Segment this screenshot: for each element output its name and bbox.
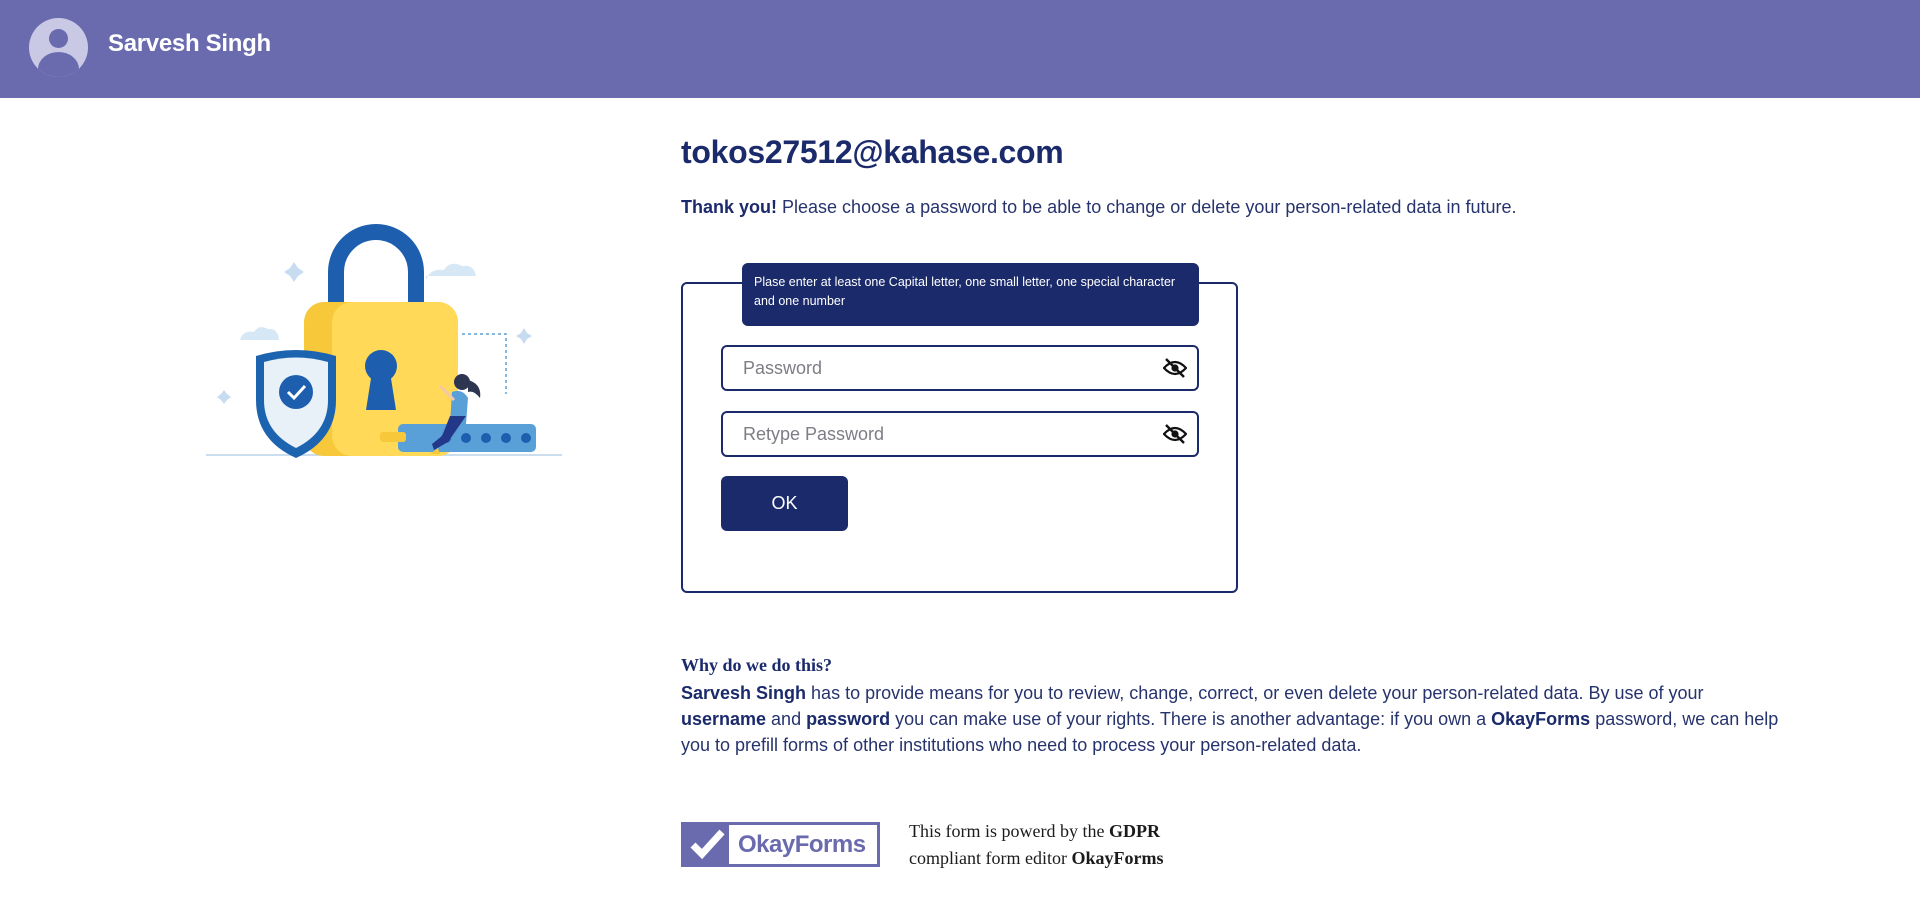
eye-off-icon[interactable] — [1162, 357, 1188, 379]
powered-text-2: compliant form editor — [909, 848, 1072, 868]
retype-password-field — [721, 411, 1199, 457]
intro-message: Please choose a password to be able to c… — [777, 197, 1517, 217]
ok-button[interactable]: OK — [721, 476, 848, 531]
powered-by-text: This form is powerd by the GDPR complian… — [909, 818, 1163, 872]
password-input[interactable] — [743, 347, 1143, 389]
why-text-3: you can make use of your rights. There i… — [890, 709, 1492, 729]
powered-okayforms: OkayForms — [1071, 848, 1164, 868]
intro-thanks: Thank you! — [681, 197, 778, 217]
eye-off-icon[interactable] — [1162, 423, 1188, 445]
password-rules-tooltip: Plase enter at least one Capital letter,… — [742, 263, 1199, 326]
why-username: username — [681, 709, 767, 729]
checkmark-icon — [684, 825, 729, 864]
powered-gdpr: GDPR — [1108, 821, 1160, 841]
top-bar: Sarvesh Singh — [0, 0, 1920, 98]
password-field — [721, 345, 1199, 391]
email-heading: tokos27512@kahase.com — [681, 134, 1064, 170]
retype-password-input[interactable] — [743, 413, 1143, 455]
user-name: Sarvesh Singh — [108, 30, 271, 57]
logo-text: OkayForms — [738, 831, 866, 858]
why-password: password — [806, 709, 891, 729]
why-heading: Why do we do this? — [681, 655, 833, 675]
why-company: Sarvesh Singh — [681, 683, 807, 703]
why-okayforms: OkayForms — [1491, 709, 1591, 729]
powered-text-1: This form is powerd by the — [909, 821, 1109, 841]
why-explanation: Sarvesh Singh has to provide means for y… — [681, 680, 1791, 758]
intro-text: Thank you! Please choose a password to b… — [681, 197, 1517, 218]
okayforms-logo[interactable]: OkayForms — [681, 822, 880, 867]
security-lock-illustration — [200, 220, 570, 460]
why-text-1: has to provide means for you to review, … — [806, 683, 1704, 703]
user-avatar-icon[interactable] — [29, 18, 88, 77]
why-text-2: and — [766, 709, 807, 729]
